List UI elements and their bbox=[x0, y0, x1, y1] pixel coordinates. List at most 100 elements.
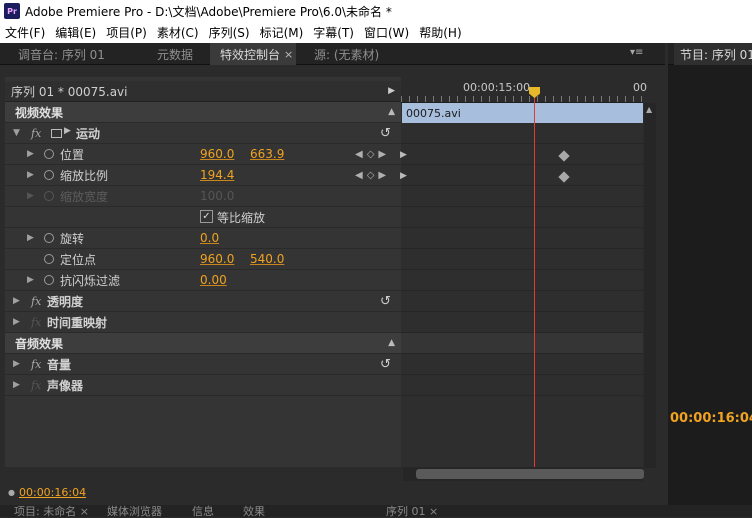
time-remap-row[interactable]: ▶ fx 时间重映射 bbox=[5, 312, 401, 333]
title-bar: Pr Adobe Premiere Pro - D:\文档\Adobe\Prem… bbox=[0, 0, 752, 22]
uniform-scale-row: ✓ 等比缩放 bbox=[5, 207, 401, 228]
scale-row: ▶ 缩放比例 194.4 ◀◇▶ bbox=[5, 165, 401, 186]
horizontal-scroll-thumb[interactable] bbox=[416, 469, 644, 479]
anchor-x-value[interactable]: 960.0 bbox=[200, 252, 234, 266]
menu-project[interactable]: 项目(P) bbox=[101, 24, 152, 41]
expand-triangle-icon[interactable]: ▶ bbox=[13, 317, 20, 327]
timeline-row bbox=[401, 228, 643, 249]
play-triangle-icon[interactable]: ▶ bbox=[388, 86, 395, 96]
scale-label: 缩放比例 bbox=[60, 168, 109, 183]
position-y-value[interactable]: 663.9 bbox=[250, 147, 284, 161]
keyframe-nav-icon[interactable]: ◀◇▶ bbox=[355, 170, 390, 181]
playhead-line[interactable] bbox=[534, 88, 535, 468]
reset-icon[interactable]: ↺ bbox=[380, 126, 391, 141]
menu-clip[interactable]: 素材(C) bbox=[152, 24, 204, 41]
vertical-scrollbar[interactable]: ▲ bbox=[644, 103, 656, 468]
clip-name: 00075.avi bbox=[406, 106, 461, 120]
video-effects-label: 视频效果 bbox=[15, 105, 64, 120]
keyframe-nav-icon[interactable]: ◀◇▶ bbox=[355, 149, 390, 160]
opacity-effect-row[interactable]: ▶ fx 透明度 ↺ bbox=[5, 291, 401, 312]
premiere-app-icon: Pr bbox=[4, 3, 20, 19]
fx-icon[interactable]: fx bbox=[31, 358, 41, 371]
menu-file[interactable]: 文件(F) bbox=[0, 24, 50, 41]
stopwatch-icon[interactable] bbox=[44, 149, 54, 159]
anti-flicker-value[interactable]: 0.00 bbox=[200, 273, 227, 287]
motion-effect-row[interactable]: ▼ fx ▶ 运动 ↺ bbox=[5, 123, 401, 144]
panner-effect-row[interactable]: ▶ fx 声像器 bbox=[5, 375, 401, 396]
anti-flicker-label: 抗闪烁过滤 bbox=[60, 273, 121, 288]
expand-triangle-icon[interactable]: ▶ bbox=[27, 233, 34, 243]
effect-controls-panel: 序列 01 * 00075.avi ▶ 视频效果 ▲ ▼ fx ▶ 运动 ↺ ▶… bbox=[5, 77, 401, 467]
video-effects-header: 视频效果 ▲ bbox=[5, 102, 401, 123]
uniform-scale-checkbox[interactable]: ✓ bbox=[200, 210, 213, 223]
tab-metadata-label: 元数据 bbox=[157, 47, 194, 62]
expand-triangle-icon[interactable]: ▶ bbox=[27, 149, 34, 159]
program-monitor[interactable]: 00:00:16:04 bbox=[668, 65, 752, 505]
close-icon[interactable]: × bbox=[284, 48, 293, 61]
tab-effect-controls[interactable]: 特效控制台 × bbox=[210, 43, 296, 65]
tab-source[interactable]: 源: (无素材) bbox=[314, 43, 379, 65]
keyframe-nav-right-icon[interactable]: ▶ bbox=[400, 150, 407, 160]
anchor-row: 定位点 960.0 540.0 bbox=[5, 249, 401, 270]
position-x-value[interactable]: 960.0 bbox=[200, 147, 234, 161]
tab-program[interactable]: 节目: 序列 01 bbox=[674, 43, 752, 65]
tab-effects[interactable]: 效果 bbox=[243, 505, 265, 518]
menu-window[interactable]: 窗口(W) bbox=[359, 24, 414, 41]
timeline-row bbox=[401, 270, 643, 291]
collapse-up-icon[interactable]: ▲ bbox=[388, 107, 395, 117]
fx-icon[interactable]: fx bbox=[31, 295, 41, 308]
anchor-y-value[interactable]: 540.0 bbox=[250, 252, 284, 266]
time-remap-label: 时间重映射 bbox=[47, 315, 108, 330]
menu-sequence[interactable]: 序列(S) bbox=[204, 24, 255, 41]
expand-triangle-icon[interactable]: ▶ bbox=[27, 170, 34, 180]
expand-triangle-icon[interactable]: ▶ bbox=[13, 359, 20, 369]
panel-menu-icon[interactable]: ▾≡ bbox=[630, 47, 643, 58]
tab-project[interactable]: 项目: 未命名 × bbox=[14, 505, 89, 518]
stopwatch-icon[interactable] bbox=[44, 275, 54, 285]
window-title: Adobe Premiere Pro - D:\文档\Adobe\Premier… bbox=[25, 4, 392, 19]
tab-metadata[interactable]: 元数据 bbox=[157, 43, 193, 65]
clip-bar[interactable]: 00075.avi bbox=[402, 103, 643, 123]
stopwatch-icon[interactable] bbox=[44, 254, 54, 264]
uniform-scale-label: 等比缩放 bbox=[217, 210, 266, 225]
fx-icon: fx bbox=[31, 378, 42, 392]
expand-triangle-icon[interactable]: ▶ bbox=[13, 380, 20, 390]
fx-icon[interactable]: fx bbox=[31, 127, 41, 140]
timeline-row bbox=[401, 249, 643, 270]
play-triangle-icon: ▶ bbox=[64, 126, 71, 136]
program-timecode[interactable]: 00:00:16:04 bbox=[670, 411, 752, 426]
expand-triangle-icon[interactable]: ▶ bbox=[13, 296, 20, 306]
stopwatch-icon[interactable] bbox=[44, 170, 54, 180]
keyframe-nav-right-icon[interactable]: ▶ bbox=[400, 171, 407, 181]
time-ruler[interactable]: 00:00:15:00 00 bbox=[401, 77, 647, 103]
opacity-label: 透明度 bbox=[47, 294, 84, 309]
volume-effect-row[interactable]: ▶ fx 音量 ↺ bbox=[5, 354, 401, 375]
tab-audio-mixer[interactable]: 调音台: 序列 01 bbox=[18, 43, 105, 65]
menu-help[interactable]: 帮助(H) bbox=[414, 24, 466, 41]
scroll-up-icon[interactable]: ▲ bbox=[646, 105, 652, 114]
funnel-icon[interactable]: ● bbox=[8, 488, 15, 497]
transform-icon[interactable] bbox=[51, 129, 62, 138]
menu-marker[interactable]: 标记(M) bbox=[255, 24, 309, 41]
menu-bar: 文件(F) 编辑(E) 项目(P) 素材(C) 序列(S) 标记(M) 字幕(T… bbox=[0, 22, 752, 43]
timeline-row bbox=[401, 333, 643, 354]
current-timecode[interactable]: 00:00:16:04 bbox=[19, 486, 86, 499]
expand-triangle-icon[interactable]: ▶ bbox=[27, 275, 34, 285]
rotation-value[interactable]: 0.0 bbox=[200, 231, 219, 245]
bottom-tab-bar: 项目: 未命名 × 媒体浏览器 信息 效果 序列 01 × bbox=[0, 505, 752, 518]
reset-icon[interactable]: ↺ bbox=[380, 357, 391, 372]
expand-triangle-icon[interactable]: ▼ bbox=[13, 128, 20, 138]
tab-media-browser[interactable]: 媒体浏览器 bbox=[107, 505, 162, 518]
collapse-up-icon[interactable]: ▲ bbox=[388, 338, 395, 348]
tab-sequence[interactable]: 序列 01 × bbox=[386, 505, 438, 518]
anti-flicker-row: ▶ 抗闪烁过滤 0.00 bbox=[5, 270, 401, 291]
menu-title[interactable]: 字幕(T) bbox=[308, 24, 359, 41]
scale-value[interactable]: 194.4 bbox=[200, 168, 234, 182]
stopwatch-icon bbox=[44, 191, 54, 201]
reset-icon[interactable]: ↺ bbox=[380, 294, 391, 309]
menu-edit[interactable]: 编辑(E) bbox=[50, 24, 101, 41]
tab-info[interactable]: 信息 bbox=[192, 505, 214, 518]
stopwatch-icon[interactable] bbox=[44, 233, 54, 243]
ruler-ticks bbox=[401, 96, 643, 102]
effect-timeline[interactable] bbox=[401, 77, 643, 467]
